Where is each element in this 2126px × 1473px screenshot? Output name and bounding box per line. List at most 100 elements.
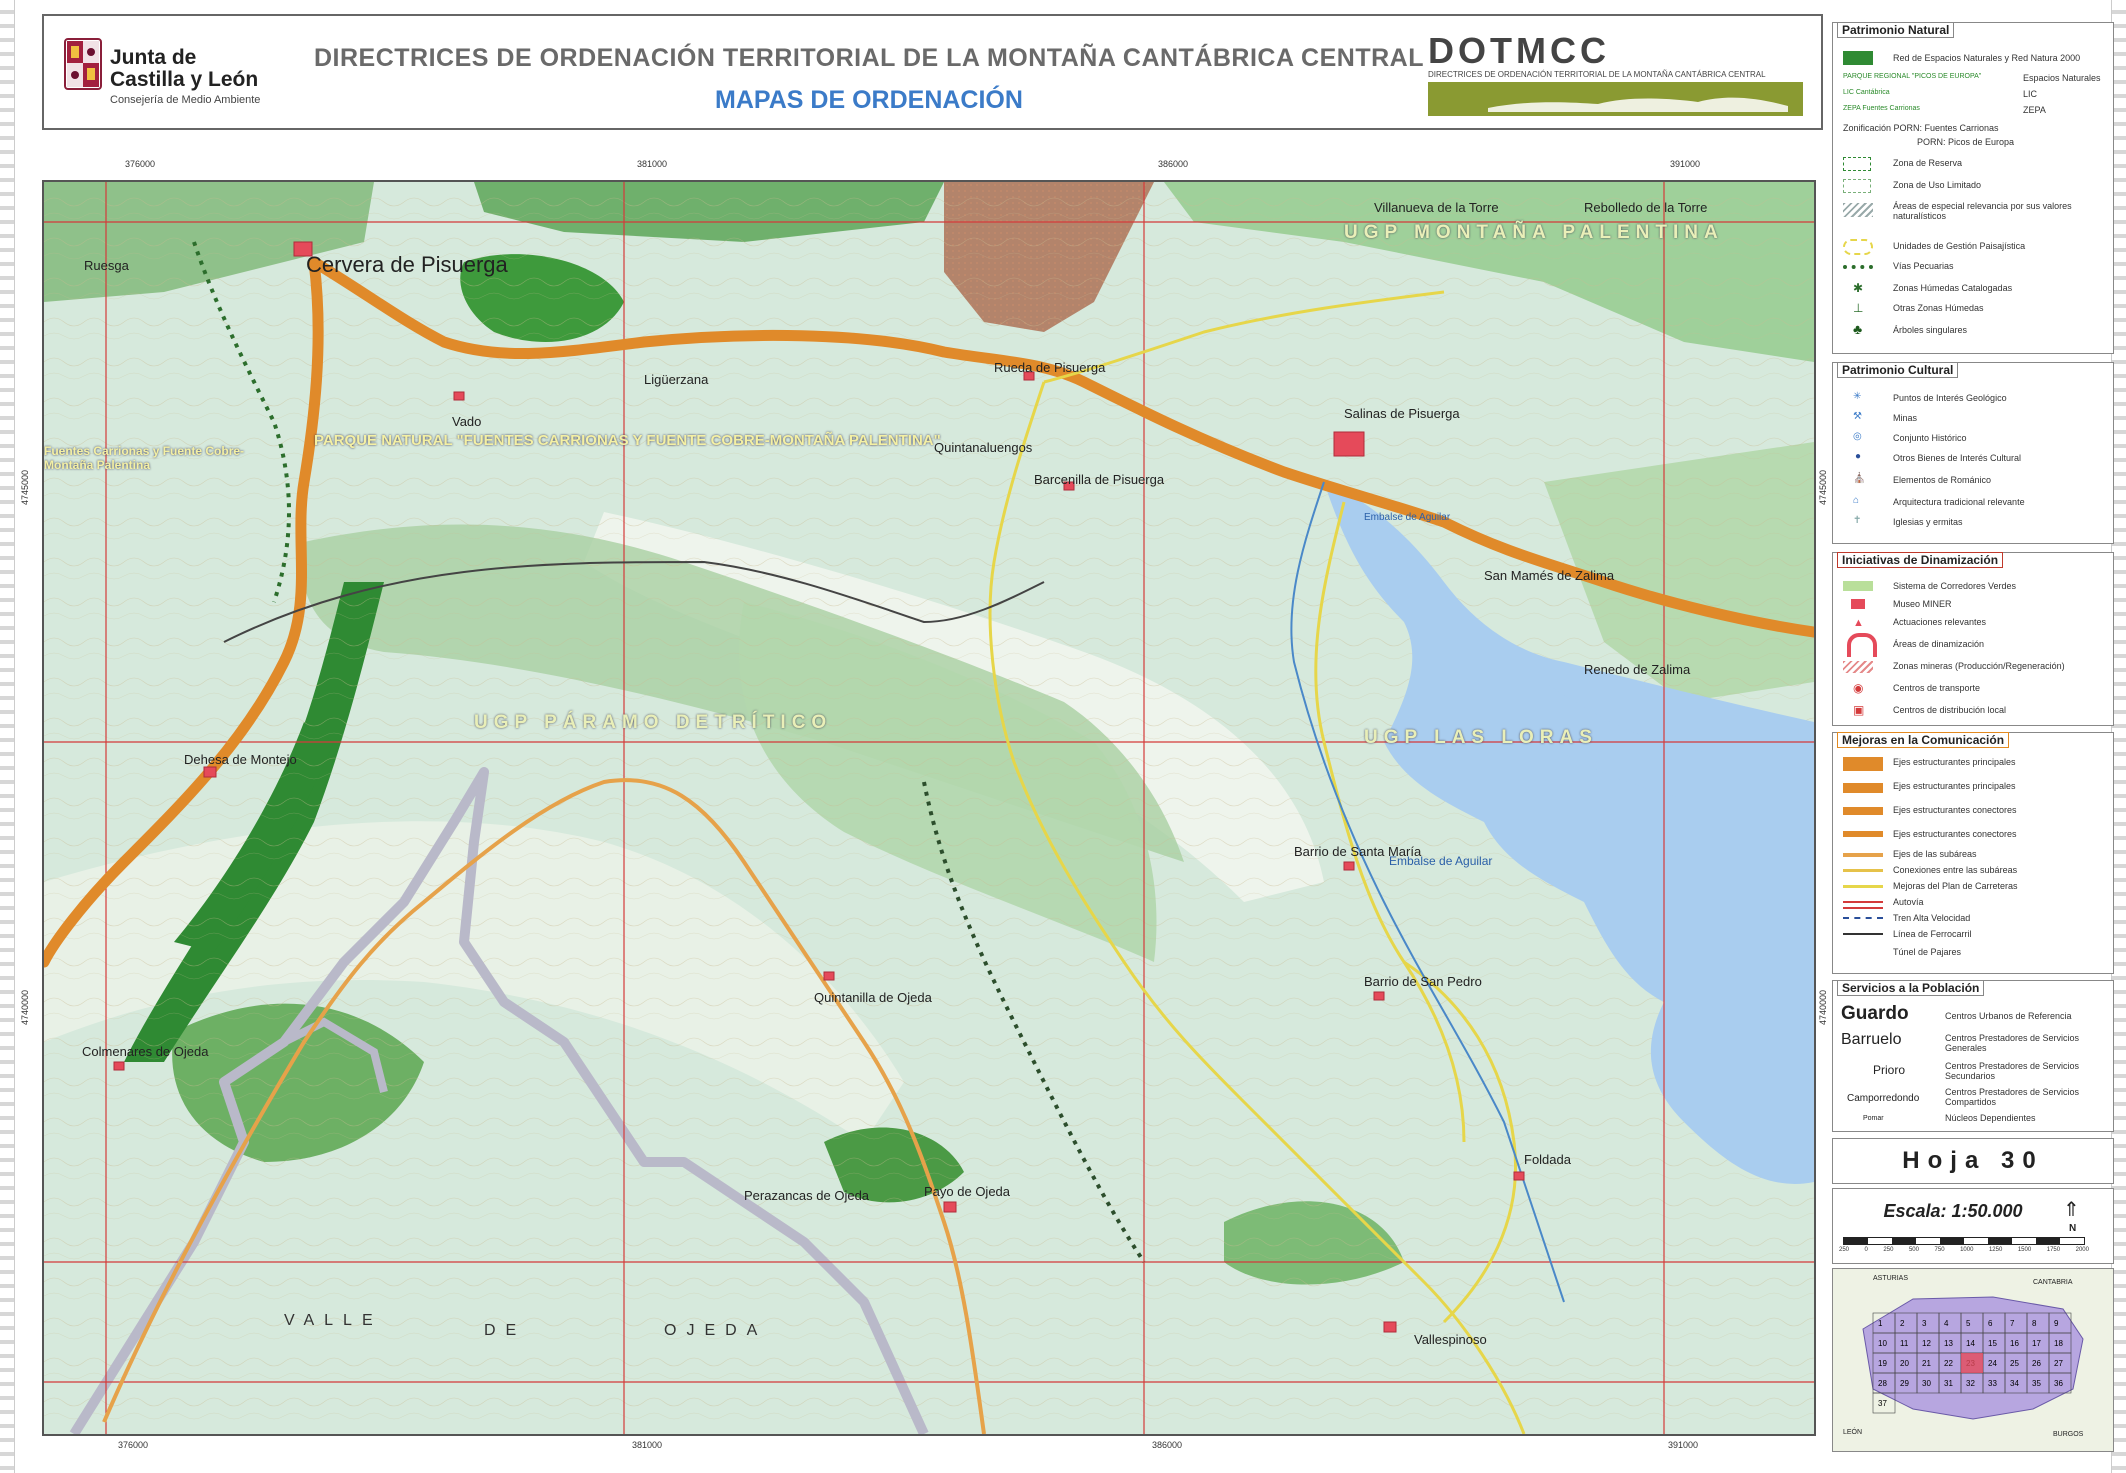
- town-barcenilla[interactable]: Barcenilla de Pisuerga: [1034, 472, 1164, 487]
- town-san-pedro[interactable]: Barrio de San Pedro: [1364, 974, 1482, 989]
- index-map-canvas[interactable]: 1234567891011121314151617181920212223242…: [1833, 1269, 2109, 1447]
- index-sheet-number: 9: [2054, 1319, 2059, 1328]
- conexiones-symbol: [1843, 869, 1883, 872]
- town-cervera[interactable]: Cervera de Pisuerga: [306, 252, 508, 278]
- index-sheet-number: 17: [2032, 1339, 2041, 1348]
- legend-servicios: Servicios a la Población Guardo Centros …: [1832, 980, 2114, 1132]
- index-sheet-number: 32: [1966, 1379, 1975, 1388]
- index-sheet-number: 11: [1900, 1339, 1909, 1348]
- ugp-symbol: [1843, 239, 1873, 255]
- legend-comunicacion-item: Ejes estructurantes conectores: [1893, 805, 2017, 815]
- servicio-name: Prioro: [1873, 1063, 1906, 1077]
- index-sheet-number: 15: [1988, 1339, 1997, 1348]
- index-sheet-number: 27: [2054, 1359, 2063, 1368]
- town-quintanaluengos[interactable]: Quintanaluengos: [934, 440, 1032, 455]
- legend-natural-subitem: PARQUE REGIONAL "PICOS DE EUROPA": [1843, 73, 1982, 80]
- dotmcc-brand: DOTMCC: [1428, 30, 1610, 71]
- scale-tick: 1250: [1988, 1247, 2003, 1253]
- town-payo[interactable]: Payo de Ojeda: [924, 1184, 1010, 1199]
- map-frame[interactable]: Cervera de Pisuerga Ruesga Ligüerzana Va…: [42, 180, 1816, 1436]
- town-san-mames[interactable]: San Mamés de Zalima: [1484, 568, 1614, 583]
- scale-tick: 0: [1864, 1247, 1868, 1253]
- index-sheet-number: 1: [1878, 1319, 1883, 1328]
- otras-humedas-icon: ⊥: [1853, 301, 1864, 315]
- index-label-asturias: ASTURIAS: [1873, 1275, 1909, 1282]
- legend-natural-item: Espacios Naturales: [2023, 73, 2101, 83]
- index-sheet-number: 29: [1900, 1379, 1909, 1388]
- legend-natural-item: Árboles singulares: [1893, 325, 1968, 335]
- eje-conector-symbol: [1843, 807, 1883, 815]
- legend-comunicacion-item: Autovía: [1893, 897, 1924, 907]
- water-embalse: Embalse de Aguilar: [1389, 854, 1493, 868]
- town-villanueva[interactable]: Villanueva de la Torre: [1374, 200, 1499, 215]
- index-sheet-number: 21: [1922, 1359, 1931, 1368]
- legend-dinamizacion-item: Zonas mineras (Producción/Regeneración): [1893, 661, 2065, 671]
- servicio-desc: Centros Prestadores de Servicios Compart…: [1945, 1087, 2080, 1107]
- geologico-icon: ✳: [1853, 391, 1862, 402]
- logo-line-1: Junta de: [110, 46, 197, 69]
- index-sheet-number: 31: [1944, 1379, 1953, 1388]
- plan-carreteras-symbol: [1843, 885, 1883, 888]
- town-perazancas[interactable]: Perazancas de Ojeda: [744, 1188, 869, 1203]
- index-sheet-number: 24: [1988, 1359, 1997, 1368]
- museo-miner-symbol: [1851, 599, 1865, 609]
- scale-tick: 1750: [2046, 1247, 2061, 1253]
- index-sheet-number: 13: [1944, 1339, 1953, 1348]
- legend-natural-item: Áreas de especial relevancia por sus val…: [1893, 201, 2072, 221]
- index-map[interactable]: 1234567891011121314151617181920212223242…: [1832, 1268, 2114, 1452]
- legend-natural-item: Otras Zonas Húmedas: [1893, 303, 1984, 313]
- legend-natural-item: Vías Pecuarias: [1893, 261, 1954, 271]
- scale-tick: 1500: [2017, 1247, 2032, 1253]
- town-renedo[interactable]: Renedo de Zalima: [1584, 662, 1690, 677]
- town-vallespinoso[interactable]: Vallespinoso: [1414, 1332, 1487, 1347]
- legend-natural-subitem: ZEPA Fuentes Carrionas: [1843, 105, 1920, 112]
- town-salinas[interactable]: Salinas de Pisuerga: [1344, 406, 1460, 421]
- index-sheet-number: 37: [1878, 1399, 1887, 1408]
- legend-comunicacion-item: Ejes de las subáreas: [1893, 849, 1977, 859]
- town-dehesa[interactable]: Dehesa de Montejo: [184, 752, 297, 767]
- legend-cultural-item: Puntos de Interés Geológico: [1893, 393, 2007, 403]
- actuaciones-icon: ▲: [1853, 617, 1864, 629]
- town-vado[interactable]: Vado: [452, 414, 481, 429]
- town-ruesga[interactable]: Ruesga: [84, 258, 129, 273]
- servicio-desc: Centros Urbanos de Referencia: [1945, 1011, 2072, 1021]
- index-sheet-number: 25: [2010, 1359, 2019, 1368]
- areas-relevancia-symbol: [1843, 203, 1873, 217]
- coord-top-4: 391000: [1670, 159, 1701, 169]
- town-rueda[interactable]: Rueda de Pisuerga: [994, 360, 1105, 375]
- town-liguerzana[interactable]: Ligüerzana: [644, 372, 708, 387]
- arquitectura-icon: ⌂: [1853, 495, 1860, 506]
- map-canvas[interactable]: [44, 182, 1814, 1434]
- coord-bottom-2: 381000: [632, 1440, 663, 1450]
- eje-principal-symbol: [1843, 757, 1883, 771]
- legend-dinamizacion-item: Áreas de dinamización: [1893, 639, 1985, 649]
- ferrocarril-symbol: [1843, 933, 1883, 937]
- town-foldada[interactable]: Foldada: [1524, 1152, 1571, 1167]
- town-rebolledo[interactable]: Rebolledo de la Torre: [1584, 200, 1707, 215]
- index-sheet-number: 20: [1900, 1359, 1909, 1368]
- legend-dinamizacion-item: Museo MINER: [1893, 599, 1952, 609]
- servicio-name: Barruelo: [1841, 1031, 1902, 1048]
- vias-pecuarias-symbol: [1843, 265, 1873, 273]
- index-sheet-number: 5: [1966, 1319, 1971, 1328]
- autovia-symbol: [1843, 901, 1883, 909]
- legend-cultural-item: Otros Bienes de Interés Cultural: [1893, 453, 2022, 463]
- legend-dinamizacion-item: Sistema de Corredores Verdes: [1893, 581, 2017, 591]
- town-quintanilla-ojeda[interactable]: Quintanilla de Ojeda: [814, 990, 932, 1005]
- logo-line-3: Consejería de Medio Ambiente: [110, 94, 261, 106]
- legend-patrimonio-natural: Patrimonio Natural Red de Espacios Natur…: [1832, 22, 2114, 354]
- legend-natural-item: Zonificación PORN: Fuentes Carrionas: [1843, 123, 1999, 133]
- bic-icon: ●: [1855, 451, 1862, 462]
- mine-icon: ⚒: [1853, 411, 1862, 422]
- scale-tick: 250: [1839, 1247, 1850, 1253]
- transporte-icon: ◉: [1853, 681, 1864, 695]
- coord-bottom-3: 386000: [1152, 1440, 1183, 1450]
- region-valle: VALLE: [284, 1312, 383, 1329]
- hoja-label: Hoja 30: [1833, 1147, 2113, 1175]
- zona-uso-limitado-symbol: [1843, 179, 1871, 193]
- legend-comunicacion-item: Ejes estructurantes principales: [1893, 757, 2016, 767]
- legend-comunicacion-item: Conexiones entre las subáreas: [1893, 865, 2018, 875]
- hoja-text: Hoja: [1902, 1147, 1987, 1174]
- escala-label: Escala: 1:50.000: [1883, 1201, 2023, 1221]
- town-colmenares[interactable]: Colmenares de Ojeda: [82, 1044, 208, 1059]
